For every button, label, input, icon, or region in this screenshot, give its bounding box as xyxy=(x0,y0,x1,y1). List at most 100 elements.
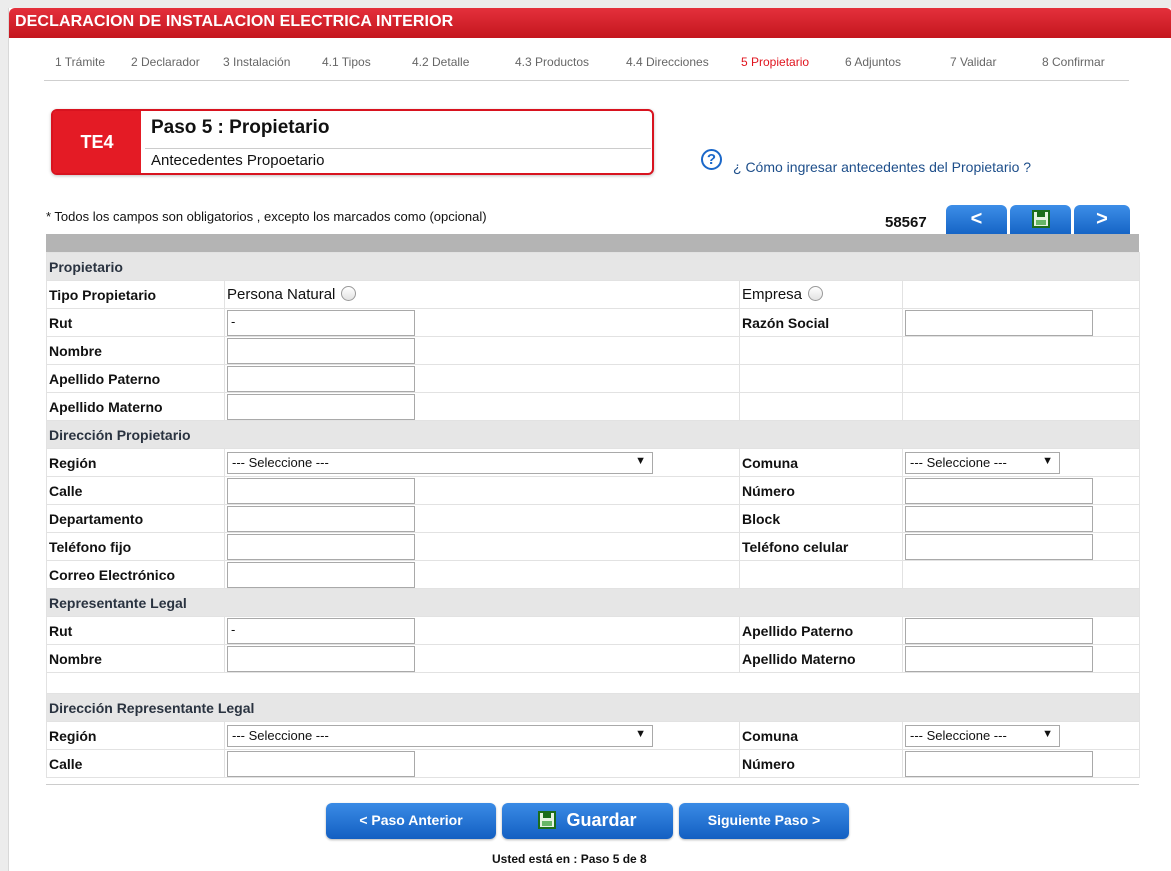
save-button-label: Guardar xyxy=(566,810,637,830)
label-razon-social: Razón Social xyxy=(739,308,903,337)
step-tramite[interactable]: 1 Trámite xyxy=(55,55,105,69)
region-select-value: --- Seleccione --- xyxy=(232,454,329,470)
step-declarador[interactable]: 2 Declarador xyxy=(131,55,200,69)
step-detalle[interactable]: 4.2 Detalle xyxy=(412,55,469,69)
chevron-left-icon: < xyxy=(970,208,983,230)
radio-empresa[interactable] xyxy=(808,286,824,301)
label-telefono-fijo: Teléfono fijo xyxy=(46,532,225,561)
step-productos[interactable]: 4.3 Productos xyxy=(515,55,589,69)
label-telefono-celular: Teléfono celular xyxy=(739,532,903,561)
help-icon[interactable]: ? xyxy=(701,149,722,170)
section-representante-legal: Representante Legal xyxy=(45,588,1141,617)
required-note: * Todos los campos son obligatorios , ex… xyxy=(46,209,487,224)
departamento-input[interactable] xyxy=(227,505,415,532)
owner-form: Propietario Tipo Propietario Persona Nat… xyxy=(45,234,1141,778)
dropdown-arrow-icon: ▼ xyxy=(1042,454,1053,467)
comuna-select[interactable]: --- Seleccione --- ▼ xyxy=(905,451,1060,474)
comuna-representante-select[interactable]: --- Seleccione --- ▼ xyxy=(905,724,1060,747)
label-comuna: Comuna xyxy=(739,448,903,477)
label-nombre: Nombre xyxy=(46,336,225,365)
step-navigation: 1 Trámite 2 Declarador 3 Instalación 4.1… xyxy=(9,55,1171,79)
label-region: Región xyxy=(46,448,225,477)
numero-representante-input[interactable] xyxy=(905,750,1093,777)
step-instalacion[interactable]: 3 Instalación xyxy=(223,55,290,69)
label-apellido-paterno: Apellido Paterno xyxy=(46,364,225,393)
label-persona-natural: Persona Natural xyxy=(227,286,336,303)
comuna-select-value: --- Seleccione --- xyxy=(910,454,1007,470)
label-calle: Calle xyxy=(46,476,225,505)
correo-input[interactable] xyxy=(227,561,415,588)
chevron-right-icon: > xyxy=(1096,208,1108,230)
rut-representante-input[interactable]: - xyxy=(227,617,415,644)
save-button[interactable]: Guardar xyxy=(502,803,673,839)
step-subtitle: Antecedentes Propoetario xyxy=(145,148,651,169)
step-propietario[interactable]: 5 Propietario xyxy=(741,55,809,69)
section-propietario: Propietario xyxy=(45,252,1141,281)
previous-step-button[interactable]: < Paso Anterior xyxy=(326,803,496,839)
next-nav-button[interactable]: > xyxy=(1074,205,1130,235)
label-apellido-materno: Apellido Materno xyxy=(46,392,225,421)
nombre-input[interactable] xyxy=(227,337,415,364)
apellido-materno-representante-input[interactable] xyxy=(905,645,1093,672)
region-representante-select[interactable]: --- Seleccione --- ▼ xyxy=(227,724,653,747)
progress-status: Usted está en : Paso 5 de 8 xyxy=(492,852,647,866)
region-representante-value: --- Seleccione --- xyxy=(232,727,329,743)
label-numero: Número xyxy=(739,476,903,505)
rut-input[interactable]: - xyxy=(227,309,415,336)
telefono-celular-input[interactable] xyxy=(905,533,1093,560)
label-apellido-materno-representante: Apellido Materno xyxy=(739,644,903,673)
step-confirmar[interactable]: 8 Confirmar xyxy=(1042,55,1105,69)
calle-representante-input[interactable] xyxy=(227,750,415,777)
region-select[interactable]: --- Seleccione --- ▼ xyxy=(227,451,653,474)
numero-input[interactable] xyxy=(905,477,1093,504)
main-panel: DECLARACION DE INSTALACION ELECTRICA INT… xyxy=(8,8,1171,871)
floppy-disk-icon xyxy=(538,811,557,829)
bottom-divider xyxy=(46,784,1139,785)
spacer-row xyxy=(45,672,1141,694)
label-correo: Correo Electrónico xyxy=(46,560,225,589)
razon-social-input[interactable] xyxy=(905,309,1093,336)
page-title: DECLARACION DE INSTALACION ELECTRICA INT… xyxy=(9,8,1171,38)
prev-nav-button[interactable]: < xyxy=(946,205,1007,235)
next-step-button[interactable]: Siguiente Paso > xyxy=(679,803,849,839)
apellido-paterno-input[interactable] xyxy=(227,365,415,392)
label-rut-representante: Rut xyxy=(46,616,225,645)
nombre-representante-input[interactable] xyxy=(227,645,415,672)
label-rut: Rut xyxy=(46,308,225,337)
dropdown-arrow-icon: ▼ xyxy=(1042,727,1053,740)
comuna-representante-value: --- Seleccione --- xyxy=(910,727,1007,743)
section-direccion-representante: Dirección Representante Legal xyxy=(45,693,1141,722)
steps-divider xyxy=(44,80,1129,81)
label-empresa: Empresa xyxy=(742,286,803,303)
label-numero-representante: Número xyxy=(739,749,903,778)
apellido-materno-input[interactable] xyxy=(227,393,415,420)
label-tipo-propietario: Tipo Propietario xyxy=(46,280,225,309)
form-code-badge: TE4 xyxy=(53,111,141,173)
label-apellido-paterno-representante: Apellido Paterno xyxy=(739,616,903,645)
label-calle-representante: Calle xyxy=(46,749,225,778)
apellido-paterno-representante-input[interactable] xyxy=(905,617,1093,644)
dropdown-arrow-icon: ▼ xyxy=(635,454,646,467)
step-validar[interactable]: 7 Validar xyxy=(950,55,996,69)
save-nav-button[interactable] xyxy=(1010,205,1071,235)
section-direccion-propietario: Dirección Propietario xyxy=(45,420,1141,449)
help-link[interactable]: ¿ Cómo ingresar antecedentes del Propiet… xyxy=(733,159,1031,175)
label-departamento: Departamento xyxy=(46,504,225,533)
step-header-box: TE4 Paso 5 : Propietario Antecedentes Pr… xyxy=(51,109,654,175)
floppy-disk-icon xyxy=(1031,210,1050,228)
radio-persona-natural[interactable] xyxy=(341,286,357,301)
step-tipos[interactable]: 4.1 Tipos xyxy=(322,55,371,69)
label-region-representante: Región xyxy=(46,721,225,750)
dropdown-arrow-icon: ▼ xyxy=(635,727,646,740)
step-adjuntos[interactable]: 6 Adjuntos xyxy=(845,55,901,69)
label-comuna-representante: Comuna xyxy=(739,721,903,750)
step-direcciones[interactable]: 4.4 Direcciones xyxy=(626,55,709,69)
label-block: Block xyxy=(739,504,903,533)
telefono-fijo-input[interactable] xyxy=(227,533,415,560)
block-input[interactable] xyxy=(905,505,1093,532)
record-id: 58567 xyxy=(885,214,927,231)
label-nombre-representante: Nombre xyxy=(46,644,225,673)
step-title: Paso 5 : Propietario xyxy=(151,117,330,138)
form-header-bar xyxy=(46,234,1139,252)
calle-input[interactable] xyxy=(227,477,415,504)
